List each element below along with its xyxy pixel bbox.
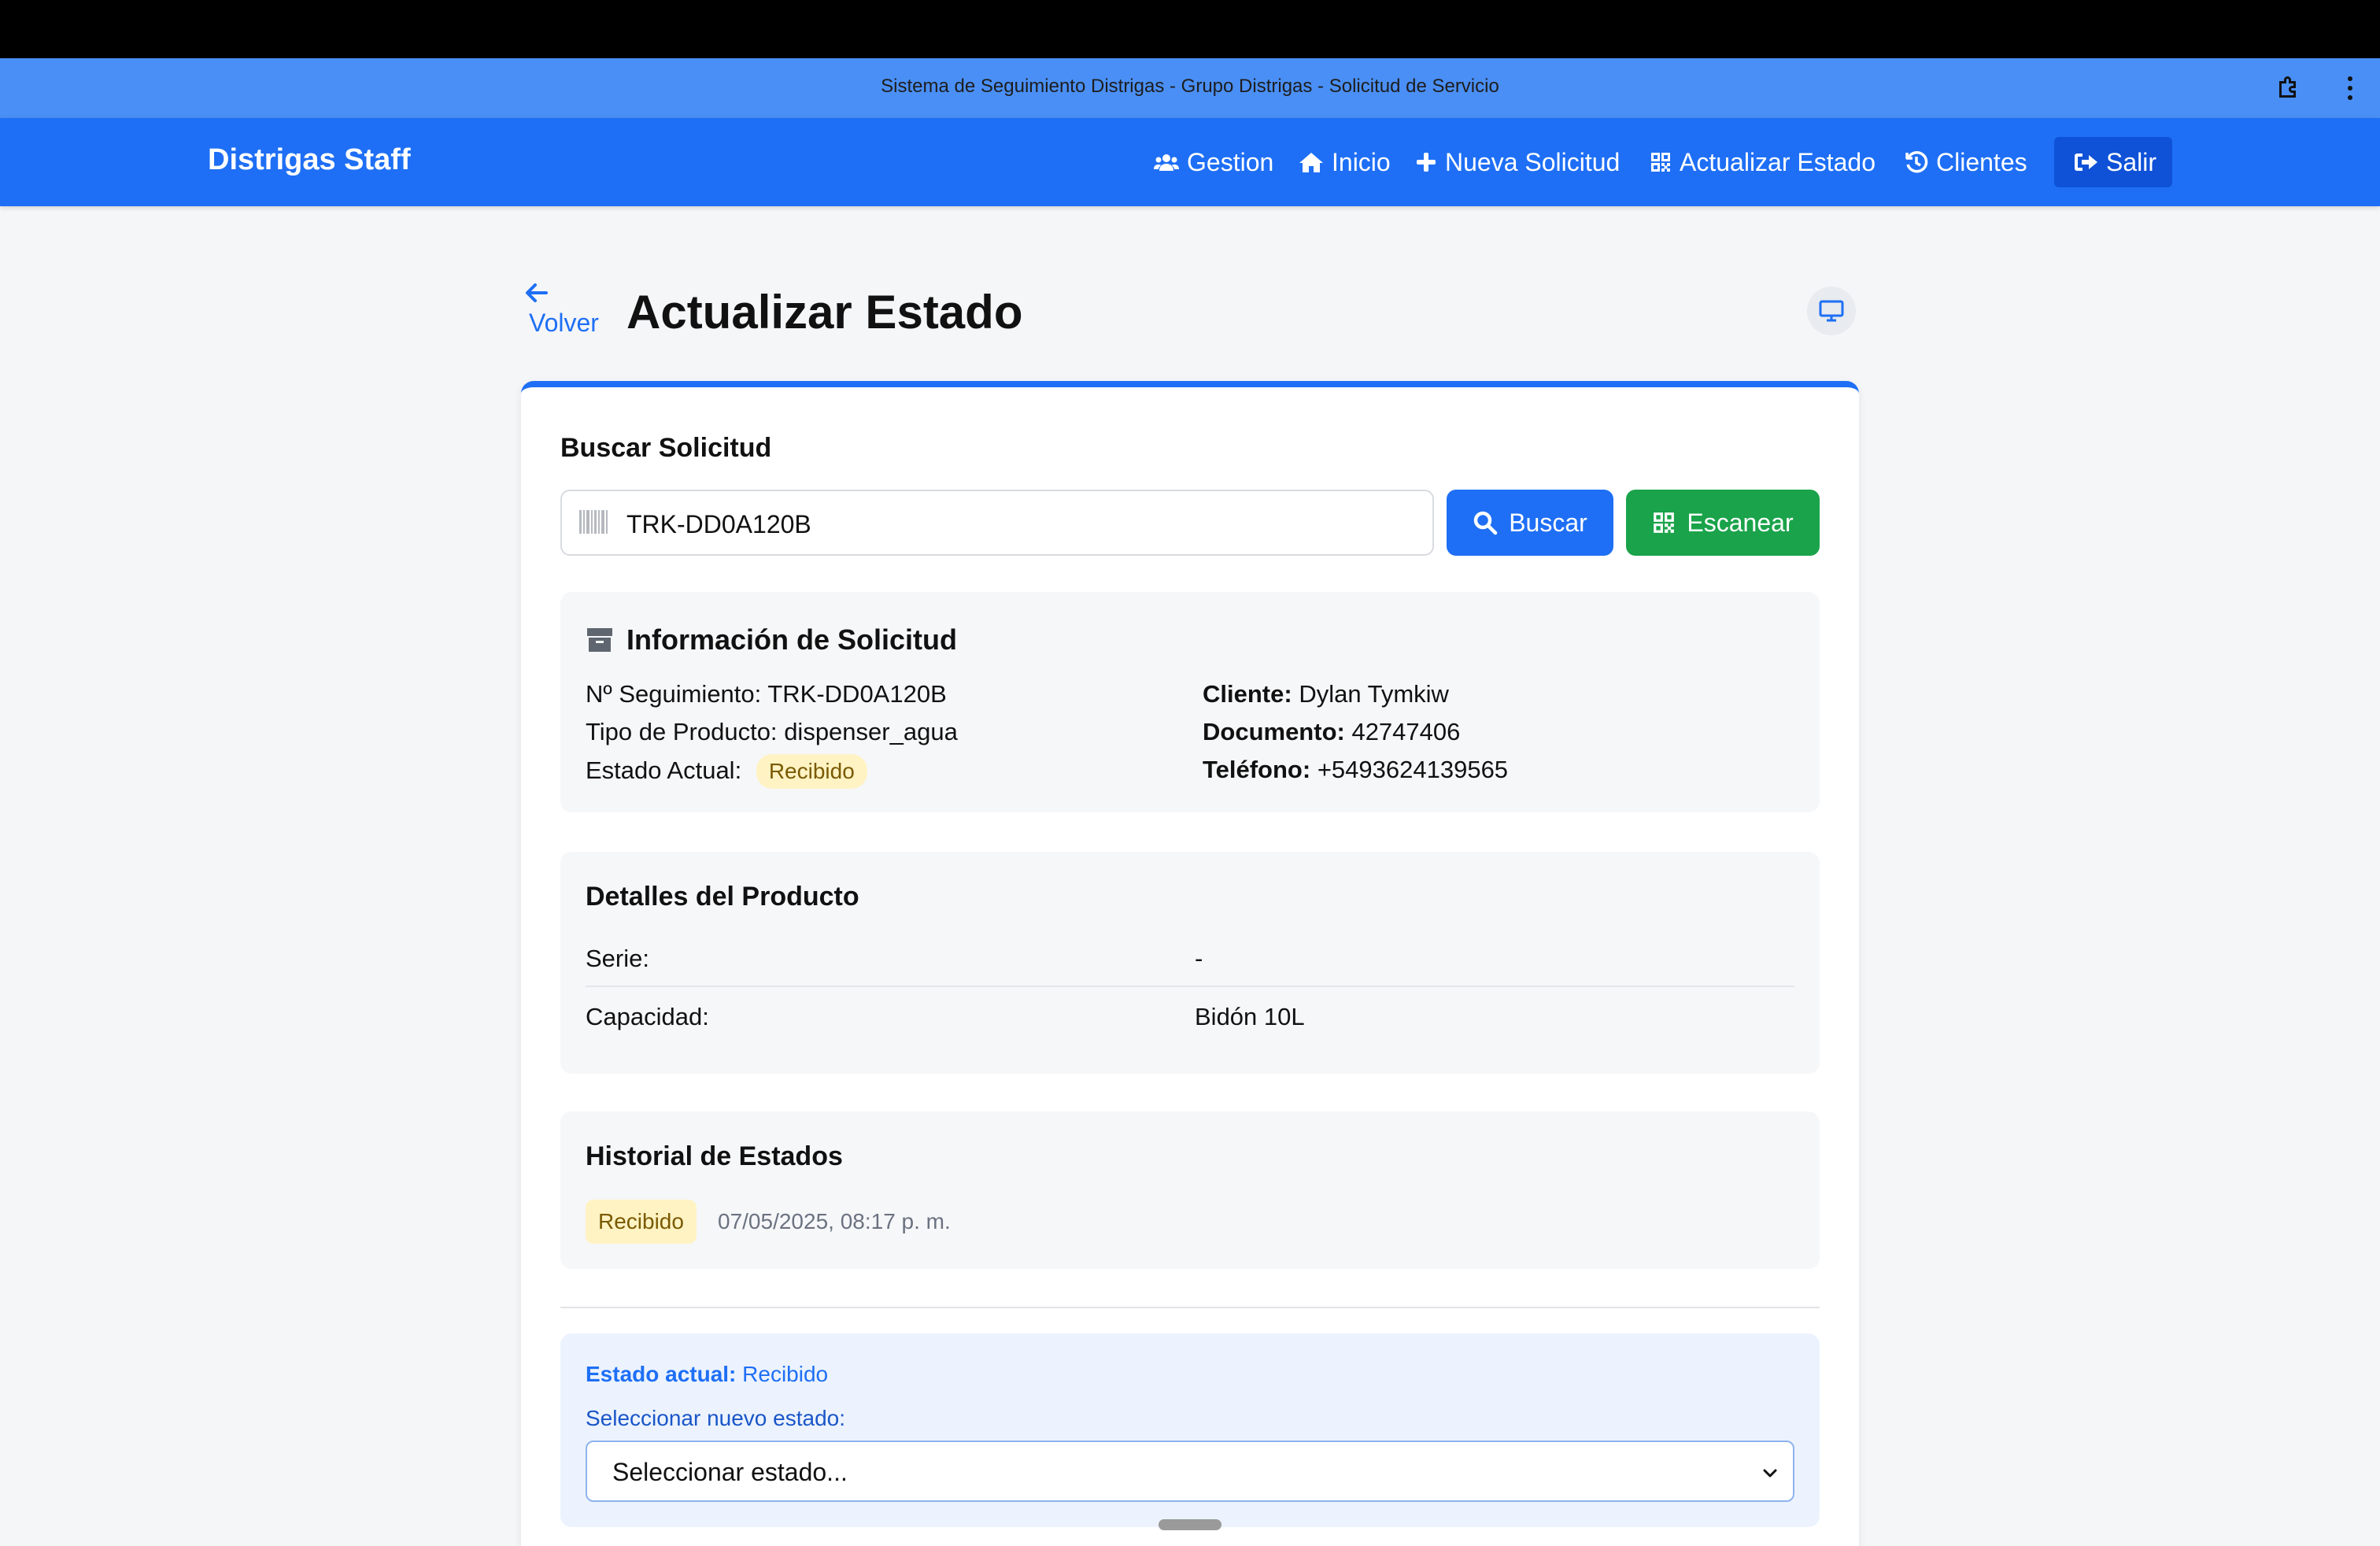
main-navbar: Distrigas Staff Gestion Inicio Nueva Sol… <box>0 118 2380 206</box>
document-value: 42747406 <box>1351 718 1461 745</box>
nav-item-nueva-solicitud[interactable]: Nueva Solicitud <box>1415 146 1620 178</box>
search-button[interactable]: Buscar <box>1447 490 1613 556</box>
info-heading-text: Información de Solicitud <box>626 623 958 656</box>
status-badge: Recibido <box>756 754 867 789</box>
phone-value: +5493624139565 <box>1317 756 1509 783</box>
current-status-field: Estado Actual: Recibido <box>586 754 867 789</box>
back-link[interactable]: Volver <box>523 280 599 338</box>
logout-icon <box>2075 153 2097 171</box>
scroll-handle[interactable] <box>1159 1519 1221 1530</box>
extensions-icon[interactable] <box>2275 74 2303 102</box>
tracking-label: Nº Seguimiento: <box>586 680 762 708</box>
history-status-badge: Recibido <box>586 1200 697 1244</box>
client-value: Dylan Tymkiw <box>1299 680 1449 708</box>
nav-item-gestion[interactable]: Gestion <box>1154 146 1273 178</box>
request-info-panel: Información de Solicitud Nº Seguimiento:… <box>560 592 1820 812</box>
nav-item-actualizar-estado[interactable]: Actualizar Estado <box>1650 146 1876 178</box>
monitor-icon <box>1819 300 1844 322</box>
history-heading: Historial de Estados <box>586 1141 843 1171</box>
window-title: Sistema de Seguimiento Distrigas - Grupo… <box>881 76 1499 97</box>
qrcode-icon <box>1651 153 1670 172</box>
info-heading: Información de Solicitud <box>586 623 957 656</box>
new-status-label: Seleccionar nuevo estado: <box>586 1406 845 1430</box>
search-button-label: Buscar <box>1509 508 1587 537</box>
nav-label: Inicio <box>1332 147 1391 176</box>
product-details-panel: Detalles del Producto Serie: - Capacidad… <box>560 852 1820 1074</box>
current-status-label: Estado actual: <box>586 1362 737 1386</box>
product-type-value: dispenser_agua <box>784 718 958 745</box>
scan-button-label: Escanear <box>1687 508 1794 537</box>
search-value: TRK-DD0A120B <box>626 510 811 538</box>
nav-label: Clientes <box>1936 147 2027 176</box>
plus-icon <box>1417 153 1436 172</box>
page-title: Actualizar Estado <box>626 286 1023 338</box>
phone-field: Teléfono: +5493624139565 <box>1203 756 1508 784</box>
logout-button[interactable]: Salir <box>2054 137 2172 187</box>
top-bezel <box>0 0 2380 58</box>
detail-row-serie: Serie: - <box>586 929 1794 987</box>
nav-label: Actualizar Estado <box>1680 147 1876 176</box>
arrow-left-icon <box>526 283 548 302</box>
nav-item-inicio[interactable]: Inicio <box>1299 146 1391 178</box>
status-history-panel: Historial de Estados Recibido 07/05/2025… <box>560 1111 1820 1269</box>
search-heading: Buscar Solicitud <box>560 433 772 463</box>
details-heading: Detalles del Producto <box>586 882 859 912</box>
barcode-icon <box>579 510 608 534</box>
more-options-icon[interactable] <box>2342 72 2358 104</box>
client-label: Cliente: <box>1203 680 1292 708</box>
tracking-value: TRK-DD0A120B <box>767 680 947 708</box>
nav-item-clientes[interactable]: Clientes <box>1905 146 2027 178</box>
document-label: Documento: <box>1203 718 1345 745</box>
product-type-label: Tipo de Producto: <box>586 718 778 745</box>
users-icon <box>1154 154 1179 171</box>
new-status-select[interactable]: Seleccionar estado... <box>586 1441 1794 1502</box>
qrcode-icon <box>1654 512 1675 533</box>
detail-value: Bidón 10L <box>1195 1003 1305 1030</box>
box-icon <box>587 628 612 652</box>
nav-label: Nueva Solicitud <box>1445 147 1621 176</box>
product-type-field: Tipo de Producto: dispenser_agua <box>586 718 958 746</box>
history-timestamp: 07/05/2025, 08:17 p. m. <box>718 1209 951 1233</box>
detail-value: - <box>1195 945 1203 972</box>
scan-button[interactable]: Escanear <box>1626 490 1820 556</box>
status-label: Estado Actual: <box>586 756 742 784</box>
select-value: Seleccionar estado... <box>612 1458 848 1486</box>
search-icon <box>1473 511 1498 535</box>
client-field: Cliente: Dylan Tymkiw <box>1203 680 1449 708</box>
detail-row-capacidad: Capacidad: Bidón 10L <box>586 987 1794 1045</box>
detail-label: Serie: <box>586 945 649 972</box>
current-status-line: Estado actual: Recibido <box>586 1362 828 1387</box>
nav-label: Gestion <box>1187 147 1274 176</box>
history-icon <box>1905 151 1928 173</box>
chevron-down-icon <box>1763 1469 1777 1478</box>
window-titlebar: Sistema de Seguimiento Distrigas - Grupo… <box>0 58 2380 118</box>
phone-label: Teléfono: <box>1203 756 1311 783</box>
document-field: Documento: 42747406 <box>1203 718 1460 746</box>
home-icon <box>1299 153 1323 172</box>
display-mode-button[interactable] <box>1807 287 1856 335</box>
back-label: Volver <box>529 309 599 337</box>
tracking-number-field: Nº Seguimiento: TRK-DD0A120B <box>586 680 947 708</box>
detail-label: Capacidad: <box>586 1003 709 1030</box>
brand-logo[interactable]: Distrigas Staff <box>208 143 411 177</box>
tracking-search-input[interactable]: TRK-DD0A120B <box>560 490 1434 556</box>
section-divider <box>560 1307 1820 1308</box>
current-status-value: Recibido <box>742 1362 829 1386</box>
nav-label: Salir <box>2106 147 2157 176</box>
status-update-panel: Estado actual: Recibido Seleccionar nuev… <box>560 1333 1820 1527</box>
